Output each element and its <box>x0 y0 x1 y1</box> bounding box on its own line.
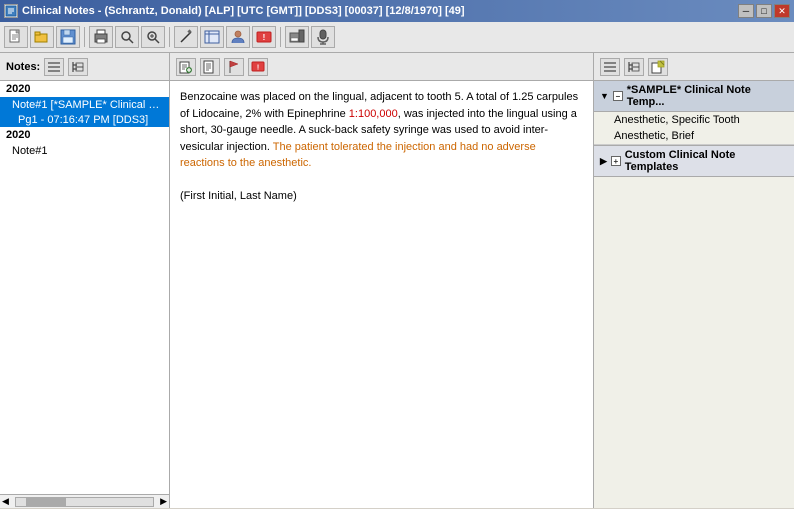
note-item-2[interactable]: Note#1 <box>0 143 169 159</box>
alert-button[interactable]: ! <box>252 26 276 48</box>
save-button[interactable] <box>56 26 80 48</box>
template-list-btn[interactable] <box>600 58 620 76</box>
search-button[interactable] <box>115 26 139 48</box>
notes-secondary-toolbar: Notes: <box>0 53 170 80</box>
separator1 <box>84 27 85 47</box>
zoom-button[interactable] <box>141 26 165 48</box>
template-tree-btn[interactable] <box>624 58 644 76</box>
minus-box: − <box>613 91 623 101</box>
svg-text:!: ! <box>263 33 266 42</box>
note-list-btn[interactable] <box>200 58 220 76</box>
sample-template-group: ▼ − *SAMPLE* Clinical Note Temp... Anest… <box>594 81 794 145</box>
open-button[interactable] <box>30 26 54 48</box>
notes-list: 2020 Note#1 [*SAMPLE* Clinical Not Pg1 -… <box>0 81 169 494</box>
note-subitem-1[interactable]: Pg1 - 07:16:47 PM [DDS3] <box>0 113 169 127</box>
note-signature: (First Initial, Last Name) <box>180 188 583 205</box>
collapse-icon-custom: ▶ <box>600 156 607 167</box>
template-item-anesthetic-brief[interactable]: Anesthetic, Brief <box>594 128 794 144</box>
notes-panel: 2020 Note#1 [*SAMPLE* Clinical Not Pg1 -… <box>0 81 170 508</box>
custom-group-header[interactable]: ▶ + Custom Clinical Note Templates <box>594 145 794 177</box>
templates-panel: ▼ − *SAMPLE* Clinical Note Temp... Anest… <box>594 81 794 508</box>
note-content-panel: Benzocaine was placed on the lingual, ad… <box>170 81 594 508</box>
note-text-area[interactable]: Benzocaine was placed on the lingual, ad… <box>170 81 593 508</box>
collapse-icon-sample: ▼ <box>600 91 609 101</box>
person-button[interactable] <box>226 26 250 48</box>
highlight-tolerance: The patient tolerated the injection and … <box>180 141 536 170</box>
toolbar-row: ! <box>0 22 794 52</box>
app-icon <box>4 4 18 18</box>
main-toolbar: ! <box>0 22 794 53</box>
separator2 <box>169 27 170 47</box>
title-controls: ─ □ ✕ <box>738 4 790 18</box>
sample-group-header[interactable]: ▼ − *SAMPLE* Clinical Note Temp... <box>594 81 794 112</box>
speech-button[interactable] <box>311 26 335 48</box>
plus-box: + <box>611 156 621 166</box>
edit-button[interactable] <box>174 26 198 48</box>
svg-text:!: ! <box>257 64 259 71</box>
templates-list: ▼ − *SAMPLE* Clinical Note Temp... Anest… <box>594 81 794 508</box>
flag-note-btn[interactable] <box>224 58 244 76</box>
scrollbar-thumb[interactable] <box>26 498 66 506</box>
scroll-right-btn[interactable]: ▶ <box>158 496 169 507</box>
highlight-ratio: 1:100,000 <box>349 108 398 120</box>
year-label-1: 2020 <box>0 81 169 97</box>
window-title: Clinical Notes - (Schrantz, Donald) [ALP… <box>22 5 465 17</box>
note-paragraph-1: Benzocaine was placed on the lingual, ad… <box>180 89 583 172</box>
note-item-1[interactable]: Note#1 [*SAMPLE* Clinical Not <box>0 97 169 113</box>
separator3 <box>280 27 281 47</box>
content-secondary-toolbar: ! <box>170 53 594 80</box>
title-bar-left: Clinical Notes - (Schrantz, Donald) [ALP… <box>4 4 465 18</box>
notes-label: Notes: <box>6 61 40 73</box>
print-button[interactable] <box>89 26 113 48</box>
minimize-button[interactable]: ─ <box>738 4 754 18</box>
template-item-anesthetic-specific[interactable]: Anesthetic, Specific Tooth <box>594 112 794 128</box>
add-note-btn[interactable] <box>176 58 196 76</box>
scroll-left-btn[interactable]: ◀ <box>0 496 11 507</box>
secondary-toolbar: Notes: ! <box>0 53 794 81</box>
list-view-button[interactable] <box>44 58 64 76</box>
new-button[interactable] <box>4 26 28 48</box>
notes-scrollbar[interactable]: ◀ ▶ <box>0 494 169 508</box>
year-label-2: 2020 <box>0 127 169 143</box>
template-edit-btn[interactable] <box>648 58 668 76</box>
custom-group-label: Custom Clinical Note Templates <box>625 149 788 173</box>
template-button[interactable] <box>200 26 224 48</box>
close-button[interactable]: ✕ <box>774 4 790 18</box>
main-content: 2020 Note#1 [*SAMPLE* Clinical Not Pg1 -… <box>0 81 794 508</box>
templates-secondary-toolbar <box>594 53 794 80</box>
scrollbar-track[interactable] <box>15 497 154 507</box>
fax-button[interactable] <box>285 26 309 48</box>
alert-note-btn[interactable]: ! <box>248 58 268 76</box>
sample-group-label: *SAMPLE* Clinical Note Temp... <box>627 84 788 108</box>
tree-view-button[interactable] <box>68 58 88 76</box>
maximize-button[interactable]: □ <box>756 4 772 18</box>
title-bar: Clinical Notes - (Schrantz, Donald) [ALP… <box>0 0 794 22</box>
